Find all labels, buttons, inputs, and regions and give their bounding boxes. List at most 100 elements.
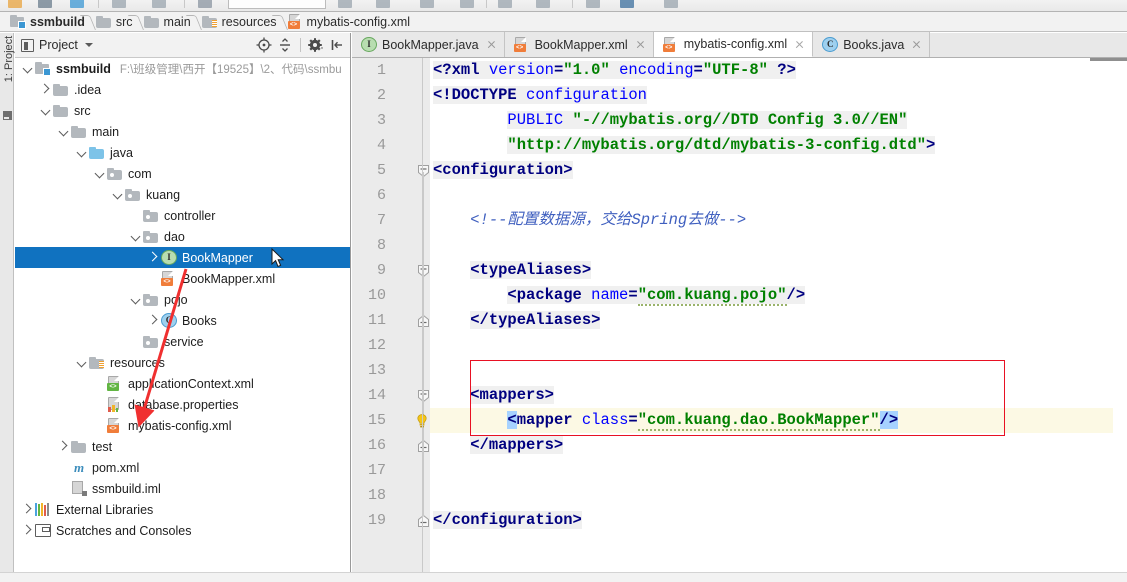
scrollbar-marker: [1090, 58, 1127, 61]
tree-item-label: service: [164, 334, 204, 349]
editor-right-margin: [1113, 58, 1127, 582]
tree-item-label: BookMapper.xml: [182, 271, 276, 286]
tree-item-scratches-and-consoles[interactable]: Scratches and Consoles: [15, 520, 350, 541]
breadcrumb-item-0[interactable]: ssmbuild: [8, 12, 92, 32]
tree-twisty-expanded[interactable]: [129, 289, 143, 310]
code-line-13[interactable]: [430, 358, 1127, 383]
editor-tab-bookmapper-xml[interactable]: <> BookMapper.xml: [504, 32, 654, 57]
editor-tab-mybatis-config-xml[interactable]: <> mybatis-config.xml: [653, 32, 814, 57]
fold-marker-end[interactable]: [418, 515, 429, 527]
tree-item-ssmbuild[interactable]: ssmbuild F:\班级管理\西开【19525】\2、代码\ssmbu: [15, 58, 350, 79]
tree-item-service[interactable]: service: [15, 331, 350, 352]
breadcrumb-item-1[interactable]: src: [92, 12, 140, 32]
settings-gear-icon[interactable]: [307, 36, 325, 54]
tree-item-applicationcontext-xml[interactable]: <> applicationContext.xml: [15, 373, 350, 394]
code-line-16[interactable]: </mappers>: [430, 433, 1127, 458]
tree-item-test[interactable]: test: [15, 436, 350, 457]
close-icon[interactable]: [635, 39, 646, 50]
tree-item-controller[interactable]: controller: [15, 205, 350, 226]
tree-twisty-expanded[interactable]: [129, 226, 143, 247]
tree-item-label: ssmbuild.iml: [92, 481, 161, 496]
structure-tool-icon[interactable]: [3, 111, 12, 120]
code-line-12[interactable]: [430, 333, 1127, 358]
tree-item-external-libraries[interactable]: External Libraries: [15, 499, 350, 520]
tree-item-java[interactable]: java: [15, 142, 350, 163]
tree-twisty-expanded[interactable]: [21, 58, 35, 79]
intention-bulb-icon[interactable]: [414, 413, 430, 429]
tree-item-pojo[interactable]: pojo: [15, 289, 350, 310]
code-line-17[interactable]: [430, 458, 1127, 483]
code-line-19[interactable]: </configuration>: [430, 508, 1127, 533]
close-icon[interactable]: [794, 39, 805, 50]
code-line-15[interactable]: <mapper class="com.kuang.dao.BookMapper"…: [430, 408, 1127, 433]
tree-twisty-expanded[interactable]: [39, 100, 53, 121]
tree-item-bookmapper[interactable]: I BookMapper: [15, 247, 350, 268]
tree-twisty-collapsed[interactable]: [147, 310, 161, 331]
tree-twisty-collapsed[interactable]: [57, 436, 71, 457]
tree-item-kuang[interactable]: kuang: [15, 184, 350, 205]
code-text[interactable]: <?xml version="1.0" encoding="UTF-8" ?> <…: [430, 58, 1127, 582]
editor-tab-bookmapper-java[interactable]: I BookMapper.java: [352, 32, 505, 57]
code-line-3[interactable]: PUBLIC "-//mybatis.org//DTD Config 3.0//…: [430, 108, 1127, 133]
code-line-2[interactable]: <!DOCTYPE configuration: [430, 83, 1127, 108]
tree-twisty-expanded[interactable]: [75, 352, 89, 373]
code-line-5[interactable]: <configuration>: [430, 158, 1127, 183]
editor-gutter[interactable]: 1 2 3 4 5 6 7 8 9 10 11 12 13 14 15 16 17 18 19: [352, 58, 430, 582]
tree-twisty-expanded[interactable]: [111, 184, 125, 205]
line-number: 9: [376, 262, 386, 279]
tree-twisty-expanded[interactable]: [93, 163, 107, 184]
code-line-9[interactable]: <typeAliases>: [430, 258, 1127, 283]
tree-item-main[interactable]: main: [15, 121, 350, 142]
tree-item-ssmbuild-iml[interactable]: ssmbuild.iml: [15, 478, 350, 499]
tree-item--idea[interactable]: .idea: [15, 79, 350, 100]
code-line-7[interactable]: <!--配置数据源，交给Spring去做-->: [430, 208, 1127, 233]
editor-area: I BookMapper.java <> BookMapper.xml <> mybati…: [352, 32, 1127, 582]
tree-item-books[interactable]: C Books: [15, 310, 350, 331]
main-toolbar-strip: [0, 0, 1127, 12]
code-line-18[interactable]: [430, 483, 1127, 508]
tree-item-dao[interactable]: dao: [15, 226, 350, 247]
editor-tab-books-java[interactable]: C Books.java: [813, 32, 931, 57]
panel-title: Project: [39, 38, 78, 52]
code-line-14[interactable]: <mappers>: [430, 383, 1127, 408]
line-number: 16: [367, 437, 386, 454]
tree-item-src[interactable]: src: [15, 100, 350, 121]
tree-twisty-collapsed[interactable]: [39, 79, 53, 100]
tree-item-bookmapper-xml[interactable]: <> BookMapper.xml: [15, 268, 350, 289]
code-line-4[interactable]: "http://mybatis.org/dtd/mybatis-3-config…: [430, 133, 1127, 158]
tree-item-database-properties[interactable]: database.properties: [15, 394, 350, 415]
tree-twisty-expanded[interactable]: [75, 142, 89, 163]
code-line-1[interactable]: <?xml version="1.0" encoding="UTF-8" ?>: [430, 58, 1127, 83]
project-tree[interactable]: ssmbuild F:\班级管理\西开【19525】\2、代码\ssmbu .ide…: [15, 58, 350, 581]
locate-in-tree-icon[interactable]: [255, 36, 273, 54]
close-icon[interactable]: [486, 39, 497, 50]
panel-toolbar: [255, 36, 346, 54]
breadcrumb-label: ssmbuild: [30, 14, 85, 29]
breadcrumb-item-3[interactable]: resources: [198, 12, 284, 32]
breadcrumb-item-4[interactable]: <> mybatis-config.xml: [284, 12, 418, 32]
hide-panel-icon[interactable]: [328, 36, 346, 54]
tree-item-pom-xml[interactable]: m pom.xml: [15, 457, 350, 478]
project-tool-button[interactable]: 1: Project: [3, 33, 15, 85]
code-line-6[interactable]: [430, 183, 1127, 208]
tree-item-resources[interactable]: resources: [15, 352, 350, 373]
close-icon[interactable]: [911, 39, 922, 50]
tab-label: BookMapper.xml: [534, 37, 628, 52]
code-editor[interactable]: 1 2 3 4 5 6 7 8 9 10 11 12 13 14 15 16 17 18 19 <?xml vers…: [352, 58, 1127, 582]
class-icon: C: [161, 313, 177, 328]
code-line-10[interactable]: <package name="com.kuang.pojo"/>: [430, 283, 1127, 308]
chevron-down-icon[interactable]: [84, 43, 93, 47]
tree-twisty-expanded[interactable]: [57, 121, 71, 142]
breadcrumb-item-2[interactable]: main: [140, 12, 198, 32]
tree-twisty-collapsed[interactable]: [147, 247, 161, 268]
line-number: 12: [367, 337, 386, 354]
code-line-8[interactable]: [430, 233, 1127, 258]
collapse-all-icon[interactable]: [276, 36, 294, 54]
tree-twisty-collapsed[interactable]: [21, 520, 35, 541]
tree-twisty-collapsed[interactable]: [21, 499, 35, 520]
code-line-11[interactable]: </typeAliases>: [430, 308, 1127, 333]
tree-item-mybatis-config-xml[interactable]: <> mybatis-config.xml: [15, 415, 350, 436]
folder-icon: [53, 83, 69, 96]
tree-item-com[interactable]: com: [15, 163, 350, 184]
